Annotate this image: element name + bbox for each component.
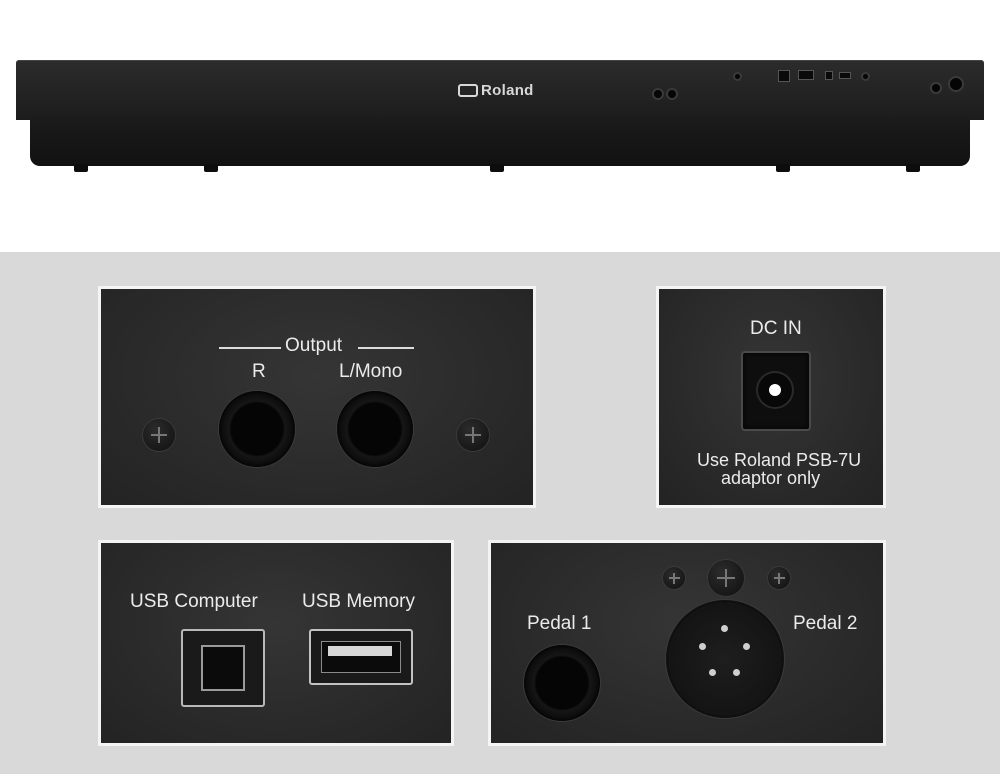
roland-logo-mark [458, 84, 478, 97]
rear-pedal1-jack [930, 82, 942, 94]
rear-pedal2-jack [948, 76, 964, 92]
output-title-line-left [219, 347, 281, 349]
usb-memory-label: USB Memory [302, 591, 415, 612]
connector-pin [743, 643, 750, 650]
usb-a-socket [321, 641, 401, 673]
roland-logo-text: Roland [481, 82, 534, 99]
pedal-panel: Pedal 1 Pedal 2 [488, 540, 886, 746]
keyboard-foot [204, 164, 218, 172]
dc-in-title: DC IN [750, 318, 802, 339]
connector-pin [733, 669, 740, 676]
pedal1-jack [524, 645, 600, 721]
pedal2-label: Pedal 2 [793, 613, 858, 634]
connector-pin [721, 625, 728, 632]
output-panel: Output R L/Mono [98, 286, 536, 508]
roland-logo: Roland [458, 82, 534, 99]
pedal2-connector [669, 603, 781, 715]
screw-icon [708, 560, 744, 596]
usb-memory-port [309, 629, 413, 685]
screw-icon [457, 419, 489, 451]
pedal1-label: Pedal 1 [527, 613, 592, 634]
usb-a-tongue [328, 646, 392, 656]
screw-icon [143, 419, 175, 451]
keyboard-lower-body [30, 118, 970, 166]
keyboard-foot [74, 164, 88, 172]
usb-computer-label: USB Computer [130, 591, 258, 612]
output-r-jack [219, 391, 295, 467]
rear-usb-slot [798, 70, 814, 80]
output-r-label: R [252, 361, 266, 382]
output-title: Output [285, 335, 343, 356]
dc-in-panel: DC IN Use Roland PSB-7U adaptor only [656, 286, 886, 508]
rear-dc-in-port [778, 70, 790, 82]
dc-in-pin [769, 384, 781, 396]
output-lmono-label: L/Mono [339, 361, 403, 382]
rear-output-jack-r [652, 88, 664, 100]
dc-in-socket [741, 351, 811, 431]
keyboard-foot [490, 164, 504, 172]
usb-computer-port [181, 629, 265, 707]
screw-icon [768, 567, 790, 589]
screw-icon [663, 567, 685, 589]
usb-b-socket [201, 645, 245, 691]
keyboard-rear-view: Roland [0, 0, 1000, 252]
keyboard-foot [776, 164, 790, 172]
keyboard-foot [906, 164, 920, 172]
usb-panel: USB Computer USB Memory [98, 540, 454, 746]
connector-pin [709, 669, 716, 676]
rear-output-jack-l [666, 88, 678, 100]
dc-in-note-line2: adaptor only [721, 468, 821, 488]
rear-screw [733, 72, 742, 81]
rear-usb-memory-port [839, 72, 851, 79]
output-title-line-right [358, 347, 414, 349]
rear-screw [861, 72, 870, 81]
rear-usb-computer-port [825, 71, 833, 80]
connector-pin [699, 643, 706, 650]
output-lmono-jack [337, 391, 413, 467]
